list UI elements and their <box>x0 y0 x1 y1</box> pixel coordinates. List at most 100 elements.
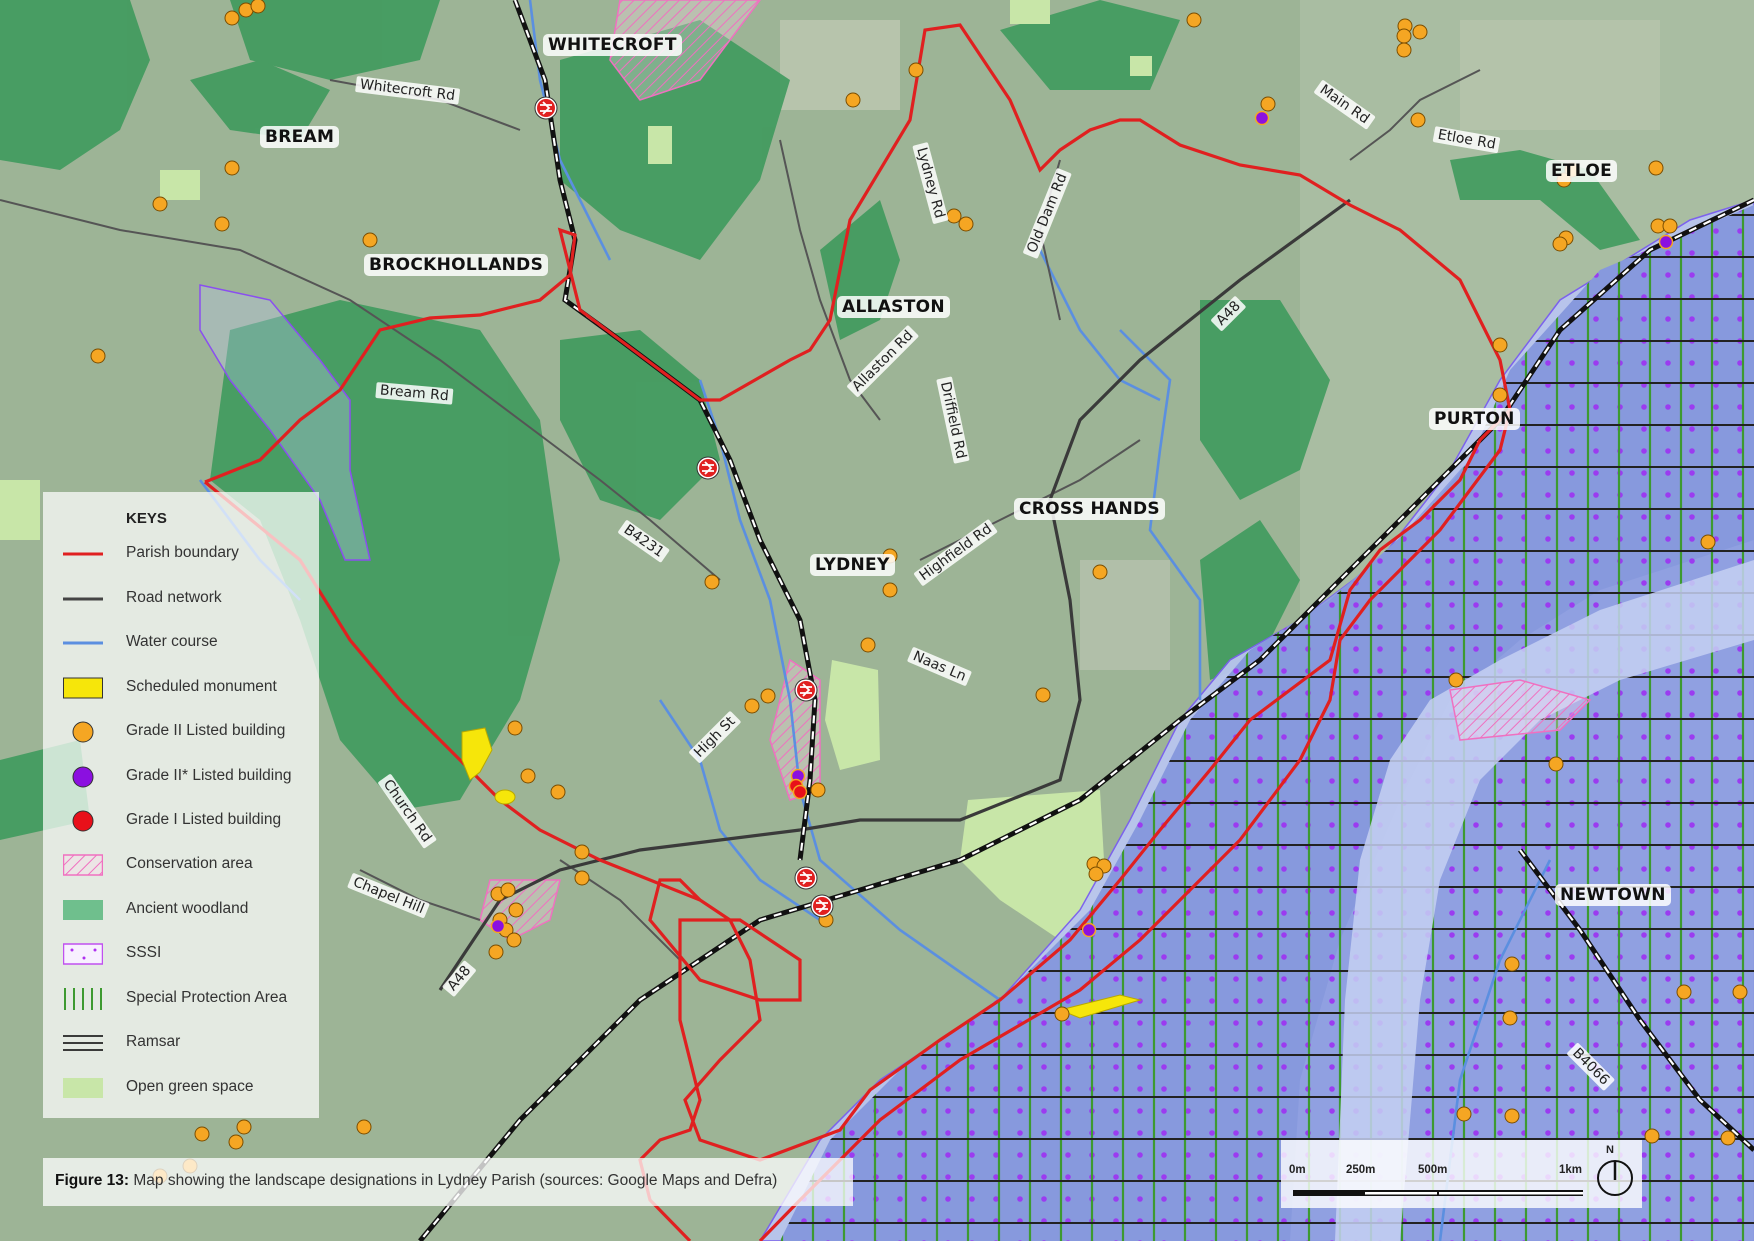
grade-ii-building <box>860 637 876 653</box>
legend-label: Open green space <box>126 1078 254 1095</box>
sssi-swatch <box>63 943 103 965</box>
place-label-purton: PURTON <box>1429 408 1520 430</box>
north-label: N <box>1606 1144 1614 1156</box>
grade-ii-star-building <box>1081 922 1097 938</box>
caption-prefix: Figure 13: <box>55 1172 130 1189</box>
grade-ii-building <box>90 348 106 364</box>
grade-ii-building <box>500 882 516 898</box>
grade-ii-building <box>550 784 566 800</box>
grade-i-building <box>792 784 808 800</box>
caption-body: Map showing the landscape designations i… <box>129 1172 778 1189</box>
grade-ii-building <box>1504 956 1520 972</box>
grade-ii-building <box>574 870 590 886</box>
grade-ii-building <box>1260 96 1276 112</box>
grade-ii-building <box>362 232 378 248</box>
field-patch <box>780 20 900 110</box>
legend-item-parish-boundary: Parish boundary <box>43 538 319 568</box>
legend-label: Conservation area <box>126 855 253 872</box>
grade-ii-building <box>882 582 898 598</box>
grade-ii-building <box>1548 756 1564 772</box>
grade-ii-building <box>908 62 924 78</box>
grade-ii-building <box>228 1134 244 1150</box>
grade-ii-building <box>760 688 776 704</box>
grade-ii-building <box>194 1126 210 1142</box>
place-label-lydney: LYDNEY <box>810 554 895 576</box>
grade-ii-building <box>356 1119 372 1135</box>
grade-ii-building <box>506 932 522 948</box>
scale-tick-1km: 1km <box>1559 1164 1583 1176</box>
grade-ii-building <box>507 720 523 736</box>
railway-station-icon <box>794 866 818 890</box>
ancient-woodland-swatch <box>63 900 103 920</box>
grade-ii-building <box>1492 387 1508 403</box>
legend-item-scheduled-monument: Scheduled monument <box>43 672 319 702</box>
legend-item-conservation-area: Conservation area <box>43 849 319 879</box>
legend-title: KEYS <box>126 510 167 527</box>
scale-bar-graphic <box>1293 1190 1583 1196</box>
grade-ii-building <box>744 698 760 714</box>
grade-ii-building <box>1054 1006 1070 1022</box>
legend-item-road-network: Road network <box>43 583 319 613</box>
legend-item-water-course: Water course <box>43 627 319 657</box>
spa-swatch <box>64 988 102 1010</box>
grade-ii-building <box>810 782 826 798</box>
grade-ii-building <box>1088 866 1104 882</box>
grade-ii-building <box>1396 28 1412 44</box>
place-label-cross-hands: CROSS HANDS <box>1014 498 1165 520</box>
scale-tick-0m: 0m <box>1289 1164 1306 1176</box>
place-label-newtown: NEWTOWN <box>1555 884 1671 906</box>
conservation-area-swatch <box>63 854 103 876</box>
grade-ii-building <box>224 160 240 176</box>
grade-ii-star-building <box>1658 234 1674 250</box>
grade-ii-building <box>1552 236 1568 252</box>
grade-ii-building <box>224 10 240 26</box>
legend-label: Ramsar <box>126 1033 181 1050</box>
legend-item-sssi: SSSI <box>43 938 319 968</box>
grade-ii-building <box>1448 672 1464 688</box>
field-patch <box>1080 560 1170 670</box>
legend-label: Road network <box>126 589 222 606</box>
place-label-brockhollands: BROCKHOLLANDS <box>364 254 549 276</box>
grade-ii-building <box>1502 1010 1518 1026</box>
grade-ii-building <box>958 216 974 232</box>
grade-ii-building <box>1035 687 1051 703</box>
grade-ii-building <box>1676 984 1692 1000</box>
caption-text: Figure 13: Map showing the landscape des… <box>55 1172 777 1190</box>
grade-ii-building <box>1396 42 1412 58</box>
scale-bar: 0m 250m 500m 1km N <box>1281 1140 1642 1208</box>
grade-ii-building <box>1644 1128 1660 1144</box>
water-course-swatch <box>63 641 103 645</box>
legend-item-ramsar: Ramsar <box>43 1027 319 1057</box>
railway-station-icon <box>534 96 558 120</box>
grade-ii-building <box>520 768 536 784</box>
grade-ii-star-building <box>490 918 506 934</box>
legend-item-open-green-space: Open green space <box>43 1072 319 1102</box>
legend-item-spa: Special Protection Area <box>43 983 319 1013</box>
grade-ii-building <box>488 944 504 960</box>
grade-ii-building <box>508 902 524 918</box>
open-green-space-swatch <box>63 1078 103 1098</box>
field-patch <box>1460 20 1660 130</box>
legend-label: Water course <box>126 633 218 650</box>
scheduled-monument-swatch <box>63 677 103 699</box>
grade-ii-building <box>1410 112 1426 128</box>
figure-caption: Figure 13: Map showing the landscape des… <box>43 1158 853 1206</box>
grade-ii-star-building <box>1254 110 1270 126</box>
grade-ii-swatch <box>72 721 94 743</box>
place-label-etloe: ETLOE <box>1546 160 1617 182</box>
railway-station-icon <box>810 894 834 918</box>
grade-ii-building <box>845 92 861 108</box>
railway-station-icon <box>696 456 720 480</box>
grade-ii-building <box>1648 160 1664 176</box>
grade-ii-building <box>1504 1108 1520 1124</box>
map-legend: KEYS Parish boundary Road network Water … <box>43 492 319 1118</box>
place-label-allaston: ALLASTON <box>837 296 950 318</box>
grade-ii-building <box>704 574 720 590</box>
scale-tick-250m: 250m <box>1346 1164 1376 1176</box>
grade-ii-building <box>1492 337 1508 353</box>
legend-label: Scheduled monument <box>126 678 277 695</box>
grade-ii-building <box>236 1119 252 1135</box>
ramsar-swatch <box>63 1035 103 1051</box>
legend-item-grade-ii: Grade II Listed building <box>43 716 319 746</box>
legend-item-ancient-woodland: Ancient woodland <box>43 894 319 924</box>
